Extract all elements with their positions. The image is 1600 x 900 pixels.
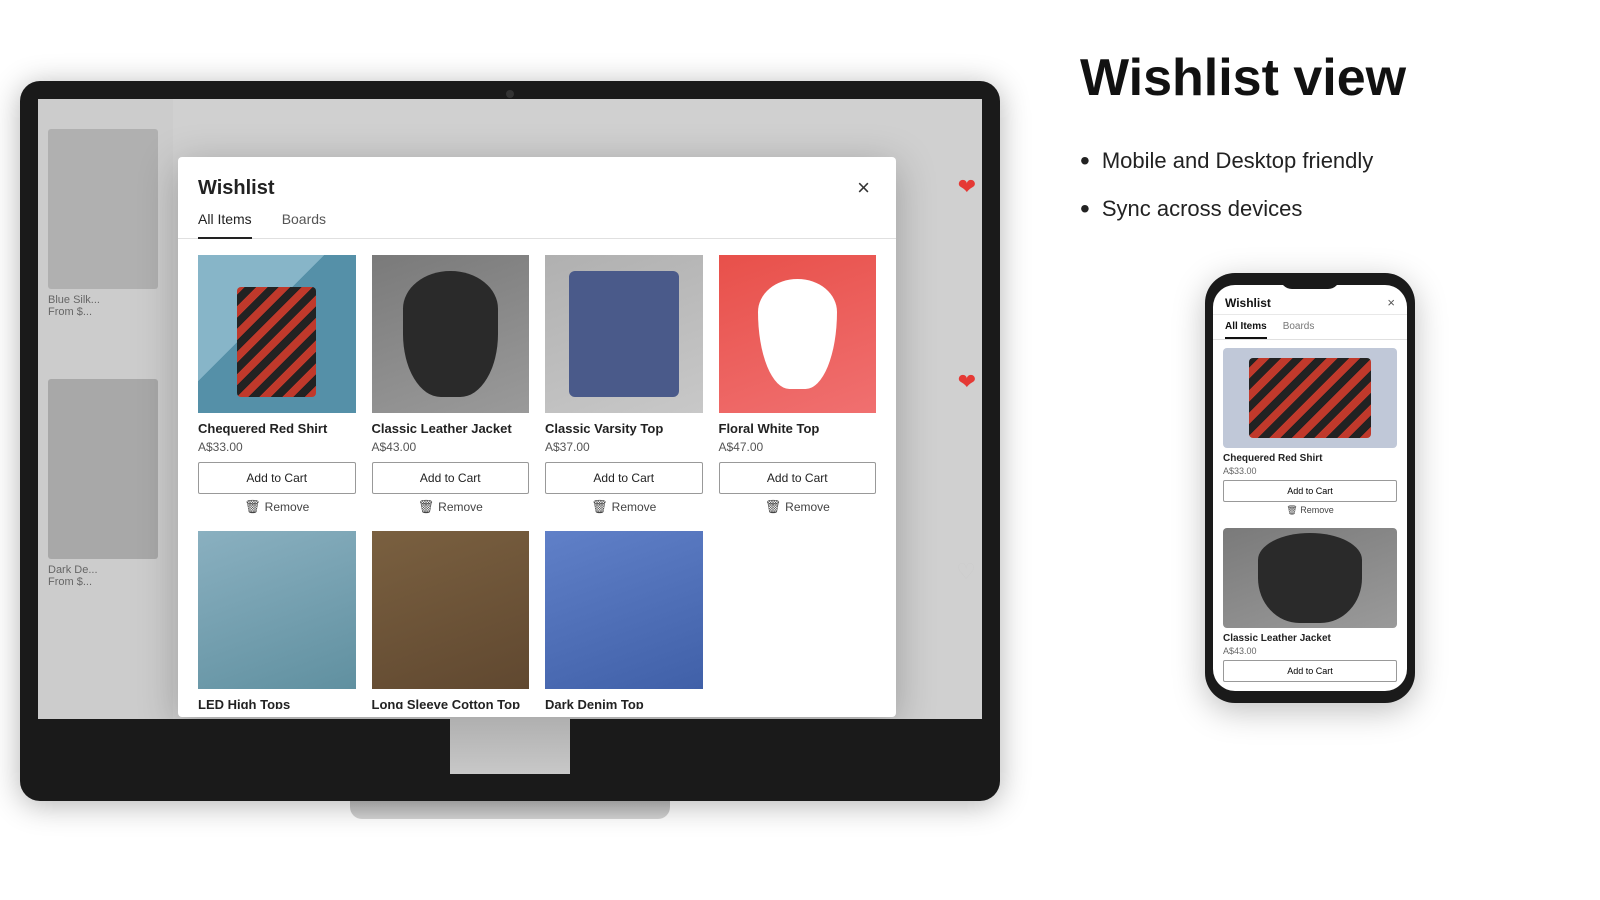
remove-button-1[interactable]: 🗑 Remove [372,499,530,515]
monitor: Blue Silk... From $... Dark De... From $… [20,81,1000,819]
info-bullet-1: Sync across devices [1080,185,1540,233]
product-price-0: A$33.00 [198,440,356,454]
modal-tabs: All Items Boards [178,201,896,239]
phone-product-price-1: A$43.00 [1223,646,1397,656]
product-name-3: Floral White Top [719,421,877,438]
heart-icon-1[interactable]: ❤ [958,174,976,200]
phone-product-price-0: A$33.00 [1223,466,1397,476]
bg-label-blue-silk: Blue Silk... From $... [48,294,168,318]
product-image-0 [198,255,356,413]
trash-icon-2: 🗑 [591,499,608,515]
product-card-5: Long Sleeve Cotton Top A$35.00 Add to Ca… [372,531,530,709]
phone-product-name-1: Classic Leather Jacket [1223,633,1397,644]
phone-screen: Wishlist × All Items Boards Chequered Re… [1213,285,1407,691]
phone-add-to-cart-button-1[interactable]: Add to Cart [1223,660,1397,682]
heart-icon-3[interactable]: ♡ [956,559,976,585]
product-price-3: A$47.00 [719,440,877,454]
product-card-3: Floral White Top A$47.00 Add to Cart 🗑 R… [719,255,877,515]
remove-button-2[interactable]: 🗑 Remove [545,499,703,515]
phone-remove-button-0[interactable]: 🗑 Remove [1223,505,1397,516]
product-image-5 [372,531,530,689]
products-grid: Chequered Red Shirt A$33.00 Add to Cart … [198,255,876,709]
add-to-cart-button-2[interactable]: Add to Cart [545,462,703,494]
modal-title: Wishlist [198,177,275,200]
trash-icon-0: 🗑 [244,499,261,515]
product-price-2: A$37.00 [545,440,703,454]
monitor-outer: Blue Silk... From $... Dark De... From $… [20,81,1000,801]
add-to-cart-button-1[interactable]: Add to Cart [372,462,530,494]
right-section: Wishlist view Mobile and Desktop friendl… [1020,0,1600,900]
product-card-6: Dark Denim Top A$36.00 Add to Cart 🗑 Rem… [545,531,703,709]
phone-product-name-0: Chequered Red Shirt [1223,453,1397,464]
phone-product-image-1 [1223,528,1397,628]
trash-icon-1: 🗑 [418,499,435,515]
phone-title: Wishlist [1225,296,1271,310]
left-section: Blue Silk... From $... Dark De... From $… [0,0,1020,900]
phone-header: Wishlist × [1213,285,1407,315]
add-to-cart-button-3[interactable]: Add to Cart [719,462,877,494]
product-name-0: Chequered Red Shirt [198,421,356,438]
product-name-1: Classic Leather Jacket [372,421,530,438]
product-image-1 [372,255,530,413]
phone-product-image-0 [1223,348,1397,448]
phone-mockup-wrap: Wishlist × All Items Boards Chequered Re… [1080,273,1540,703]
phone-body: Chequered Red Shirt A$33.00 Add to Cart … [1213,340,1407,686]
phone-tabs: All Items Boards [1213,315,1407,340]
info-bullet-0: Mobile and Desktop friendly [1080,137,1540,185]
product-image-6 [545,531,703,689]
product-card-0: Chequered Red Shirt A$33.00 Add to Cart … [198,255,356,515]
phone-outer: Wishlist × All Items Boards Chequered Re… [1205,273,1415,703]
product-name-6: Dark Denim Top [545,697,703,709]
phone-tab-all-items[interactable]: All Items [1225,321,1267,339]
product-name-2: Classic Varsity Top [545,421,703,438]
product-name-5: Long Sleeve Cotton Top [372,697,530,709]
add-to-cart-button-0[interactable]: Add to Cart [198,462,356,494]
product-image-3 [719,255,877,413]
phone-product-0: Chequered Red Shirt A$33.00 Add to Cart … [1223,348,1397,516]
wishlist-modal: Wishlist × All Items Boards [178,157,896,717]
phone-add-to-cart-button-0[interactable]: Add to Cart [1223,480,1397,502]
phone-tab-boards[interactable]: Boards [1283,321,1315,339]
monitor-stand-base [350,801,670,819]
heart-icon-2[interactable]: ❤ [958,369,976,395]
phone-close-button[interactable]: × [1387,295,1395,310]
product-name-4: LED High Tops [198,697,356,709]
modal-close-button[interactable]: × [851,175,876,201]
product-image-4 [198,531,356,689]
product-image-2 [545,255,703,413]
remove-button-0[interactable]: 🗑 Remove [198,499,356,515]
modal-header: Wishlist × [178,157,896,201]
screen-background: Blue Silk... From $... Dark De... From $… [38,99,982,719]
product-card-1: Classic Leather Jacket A$43.00 Add to Ca… [372,255,530,515]
trash-icon-3: 🗑 [765,499,782,515]
tab-all-items[interactable]: All Items [198,211,252,239]
product-card-4: LED High Tops A$32.00 Add to Cart 🗑 Remo… [198,531,356,709]
modal-body: Chequered Red Shirt A$33.00 Add to Cart … [178,239,896,709]
monitor-screen: Blue Silk... From $... Dark De... From $… [38,99,982,719]
phone-notch [1280,273,1340,289]
tab-boards[interactable]: Boards [282,211,326,239]
monitor-stand-neck [450,719,570,774]
info-list: Mobile and Desktop friendly Sync across … [1080,137,1540,233]
product-price-1: A$43.00 [372,440,530,454]
phone-trash-icon-0: 🗑 [1286,505,1297,515]
remove-button-3[interactable]: 🗑 Remove [719,499,877,515]
product-card-2: Classic Varsity Top A$37.00 Add to Cart … [545,255,703,515]
bg-label-dark-de: Dark De... From $... [48,564,98,588]
phone-product-1: Classic Leather Jacket A$43.00 Add to Ca… [1223,528,1397,682]
monitor-camera [506,90,514,98]
info-title: Wishlist view [1080,50,1540,107]
